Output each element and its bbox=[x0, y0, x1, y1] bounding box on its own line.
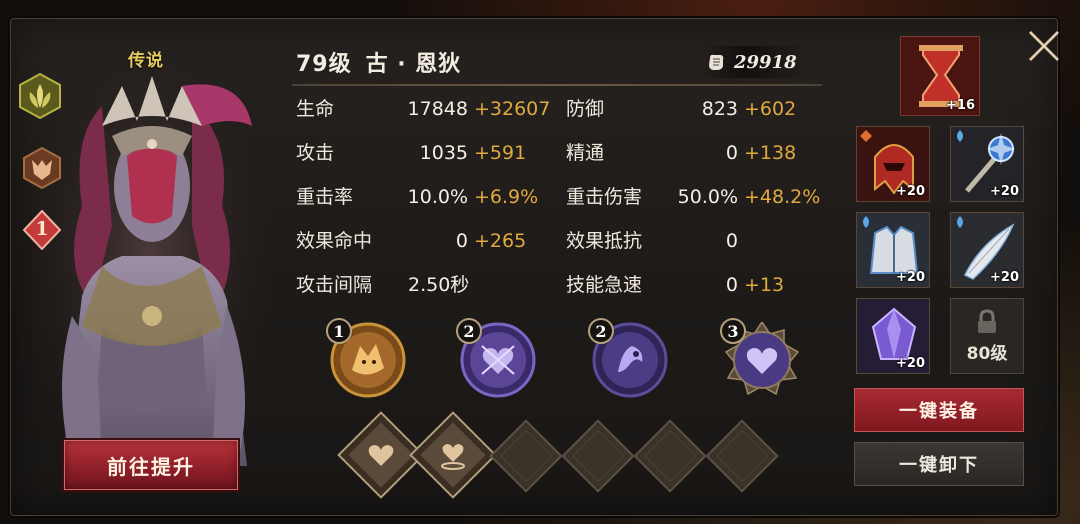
weapon-slot[interactable]: +20 bbox=[950, 126, 1024, 202]
stat-defense: 防御 823 +602 bbox=[566, 96, 826, 122]
close-button[interactable] bbox=[1022, 24, 1066, 68]
skill-level: 2 bbox=[588, 318, 614, 344]
skill-level: 3 bbox=[720, 318, 746, 344]
enhance-level: +20 bbox=[990, 270, 1019, 285]
stat-mastery: 精通 0 +138 bbox=[566, 140, 826, 166]
enhance-level: +20 bbox=[896, 270, 925, 285]
stat-bonus: +602 bbox=[744, 98, 797, 120]
stat-attack: 攻击 1035 +591 bbox=[296, 140, 556, 166]
stat-label: 生命 bbox=[296, 98, 335, 120]
rank-badge: 1 bbox=[22, 210, 62, 250]
fist-power-icon bbox=[709, 54, 724, 70]
skill-1[interactable]: 1 bbox=[326, 318, 406, 398]
helmet-slot[interactable]: +20 bbox=[856, 126, 930, 202]
skill-level: 1 bbox=[326, 318, 352, 344]
class-pip-icon bbox=[860, 130, 872, 142]
combat-power: 29918 bbox=[700, 46, 810, 78]
stat-base: 0 bbox=[725, 142, 738, 164]
skill-level: 2 bbox=[456, 318, 482, 344]
rarity-label: 传说 bbox=[128, 51, 164, 71]
stat-bonus: +13 bbox=[744, 274, 785, 296]
stat-hp: 生命 17848 +32607 bbox=[296, 96, 556, 122]
enhance-level: +20 bbox=[990, 184, 1019, 199]
stat-base: 0 bbox=[455, 230, 468, 252]
leaf-pip-icon bbox=[957, 216, 963, 228]
hero-level: 79级 bbox=[296, 52, 352, 77]
lock-icon bbox=[978, 308, 996, 333]
locked-slot[interactable]: 80级 bbox=[950, 298, 1024, 374]
hero-title: 79级古 · 恩狄 bbox=[296, 46, 461, 78]
close-icon bbox=[1028, 30, 1060, 62]
beast-head-icon bbox=[23, 146, 61, 190]
stat-label: 攻击 bbox=[296, 142, 335, 164]
combat-power-value: 29918 bbox=[734, 51, 797, 73]
relic-slot[interactable]: +16 bbox=[900, 36, 980, 116]
stat-label: 效果命中 bbox=[296, 230, 373, 252]
stat-skill-haste: 技能急速 0 +13 bbox=[566, 272, 826, 298]
rank-number: 1 bbox=[35, 218, 49, 240]
stat-bonus: +48.2% bbox=[744, 186, 821, 208]
stat-base: 10.0% bbox=[407, 186, 468, 208]
stat-label: 重击伤害 bbox=[566, 186, 643, 208]
stat-bonus: +591 bbox=[474, 142, 527, 164]
gem-slot[interactable]: +20 bbox=[856, 298, 930, 374]
enhance-level: +20 bbox=[896, 356, 925, 371]
go-upgrade-button[interactable]: 前往提升 bbox=[64, 440, 238, 490]
stat-bonus: +32607 bbox=[474, 98, 551, 120]
leaf-pip-icon bbox=[957, 130, 963, 142]
stat-base: 823 bbox=[701, 98, 738, 120]
enhance-level: +20 bbox=[896, 184, 925, 199]
stat-base: 0 bbox=[725, 230, 738, 252]
skill-3[interactable]: 2 bbox=[588, 318, 668, 398]
stat-base: 17848 bbox=[407, 98, 468, 120]
stat-label: 技能急速 bbox=[566, 274, 643, 296]
title-divider bbox=[292, 84, 822, 86]
stat-crit-damage: 重击伤害 50.0% +48.2% bbox=[566, 184, 826, 210]
stat-effect-resist: 效果抵抗 0 bbox=[566, 228, 826, 254]
stat-base: 2.50秒 bbox=[408, 274, 470, 296]
leaf-pip-icon bbox=[863, 216, 869, 228]
stat-label: 防御 bbox=[566, 98, 605, 120]
skill-2[interactable]: 2 bbox=[456, 318, 536, 398]
stat-crit-rate: 重击率 10.0% +6.9% bbox=[296, 184, 556, 210]
leaf-icon bbox=[19, 72, 61, 120]
stat-attack-interval: 攻击间隔 2.50秒 bbox=[296, 272, 556, 298]
stat-label: 重击率 bbox=[296, 186, 354, 208]
stat-bonus: +265 bbox=[474, 230, 527, 252]
hero-portrait bbox=[32, 66, 268, 486]
skill-4[interactable]: 3 bbox=[720, 318, 800, 398]
accessory-slot[interactable]: +20 bbox=[950, 212, 1024, 288]
armor-slot[interactable]: +20 bbox=[856, 212, 930, 288]
class-badge[interactable] bbox=[20, 146, 64, 190]
stat-bonus: +6.9% bbox=[474, 186, 539, 208]
enhance-level: +16 bbox=[946, 98, 975, 113]
stat-effect-hit: 效果命中 0 +265 bbox=[296, 228, 556, 254]
faction-badge[interactable] bbox=[16, 72, 64, 120]
equip-all-button[interactable]: 一键装备 bbox=[854, 388, 1024, 432]
unlock-level-requirement: 80级 bbox=[966, 343, 1008, 364]
stat-label: 精通 bbox=[566, 142, 605, 164]
hero-name: 古 · 恩狄 bbox=[365, 52, 462, 77]
hero-portrait-area: 传说 1 前往提升 bbox=[12, 26, 268, 496]
unequip-all-button[interactable]: 一键卸下 bbox=[854, 442, 1024, 486]
stat-base: 1035 bbox=[419, 142, 468, 164]
stat-base: 0 bbox=[725, 274, 738, 296]
stat-label: 攻击间隔 bbox=[296, 274, 373, 296]
stat-bonus: +138 bbox=[744, 142, 797, 164]
stat-base: 50.0% bbox=[677, 186, 738, 208]
stat-label: 效果抵抗 bbox=[566, 230, 643, 252]
